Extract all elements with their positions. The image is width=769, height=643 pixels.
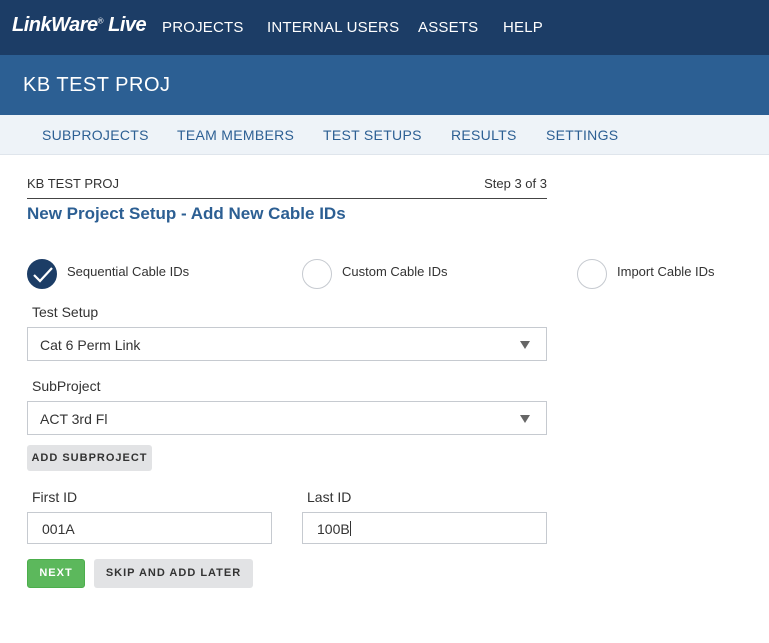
sequential-cable-ids-label[interactable]: Sequential Cable IDs (67, 264, 189, 279)
dropdown-caret-icon (520, 341, 530, 349)
logo-text: LinkWare (12, 14, 98, 36)
add-subproject-button[interactable]: ADD SUBPROJECT (27, 445, 152, 471)
test-setup-label: Test Setup (32, 304, 99, 320)
project-subnav: SUBPROJECTS TEAM MEMBERS TEST SETUPS RES… (0, 115, 769, 155)
first-id-value: 001A (42, 521, 75, 537)
last-id-value: 100B (317, 521, 350, 537)
tab-results[interactable]: RESULTS (451, 127, 517, 143)
text-cursor (349, 521, 351, 536)
nav-internal-users[interactable]: INTERNAL USERS (267, 19, 399, 36)
page-title: New Project Setup - Add New Cable IDs (27, 204, 346, 223)
last-id-label: Last ID (307, 489, 352, 505)
tab-settings[interactable]: SETTINGS (546, 127, 618, 143)
nav-help[interactable]: HELP (503, 19, 543, 36)
skip-and-add-later-button[interactable]: SKIP AND ADD LATER (94, 559, 253, 588)
sequential-cable-ids-radio[interactable] (27, 259, 57, 289)
nav-projects[interactable]: PROJECTS (162, 19, 244, 36)
tab-subprojects[interactable]: SUBPROJECTS (42, 127, 149, 143)
step-indicator: Step 3 of 3 (484, 176, 547, 191)
tab-test-setups[interactable]: TEST SETUPS (323, 127, 422, 143)
custom-cable-ids-radio[interactable] (302, 259, 332, 289)
checkmark-icon (33, 267, 53, 283)
last-id-text: 100B (317, 521, 351, 537)
tab-team-members[interactable]: TEAM MEMBERS (177, 127, 294, 143)
subproject-value: ACT 3rd Fl (40, 411, 108, 427)
project-header: KB TEST PROJ (0, 55, 769, 115)
breadcrumb: KB TEST PROJ (27, 176, 119, 191)
last-id-input[interactable]: 100B (302, 512, 547, 544)
header-divider (27, 198, 547, 199)
import-cable-ids-label[interactable]: Import Cable IDs (617, 264, 715, 279)
import-cable-ids-radio[interactable] (577, 259, 607, 289)
top-navbar: LinkWare® Live PROJECTS INTERNAL USERS A… (0, 0, 769, 55)
logo-registered-mark: ® (97, 16, 104, 26)
next-button[interactable]: NEXT (27, 559, 85, 588)
first-id-input[interactable]: 001A (27, 512, 272, 544)
test-setup-value: Cat 6 Perm Link (40, 337, 141, 353)
first-id-label: First ID (32, 489, 78, 505)
subproject-select[interactable]: ACT 3rd Fl (27, 401, 547, 435)
project-title: KB TEST PROJ (23, 74, 171, 96)
custom-cable-ids-label[interactable]: Custom Cable IDs (342, 264, 447, 279)
logo-suffix: Live (108, 14, 147, 36)
linkware-live-logo[interactable]: LinkWare® Live (12, 14, 147, 37)
subproject-label: SubProject (32, 378, 101, 394)
nav-assets[interactable]: ASSETS (418, 19, 478, 36)
dropdown-caret-icon (520, 415, 530, 423)
test-setup-select[interactable]: Cat 6 Perm Link (27, 327, 547, 361)
